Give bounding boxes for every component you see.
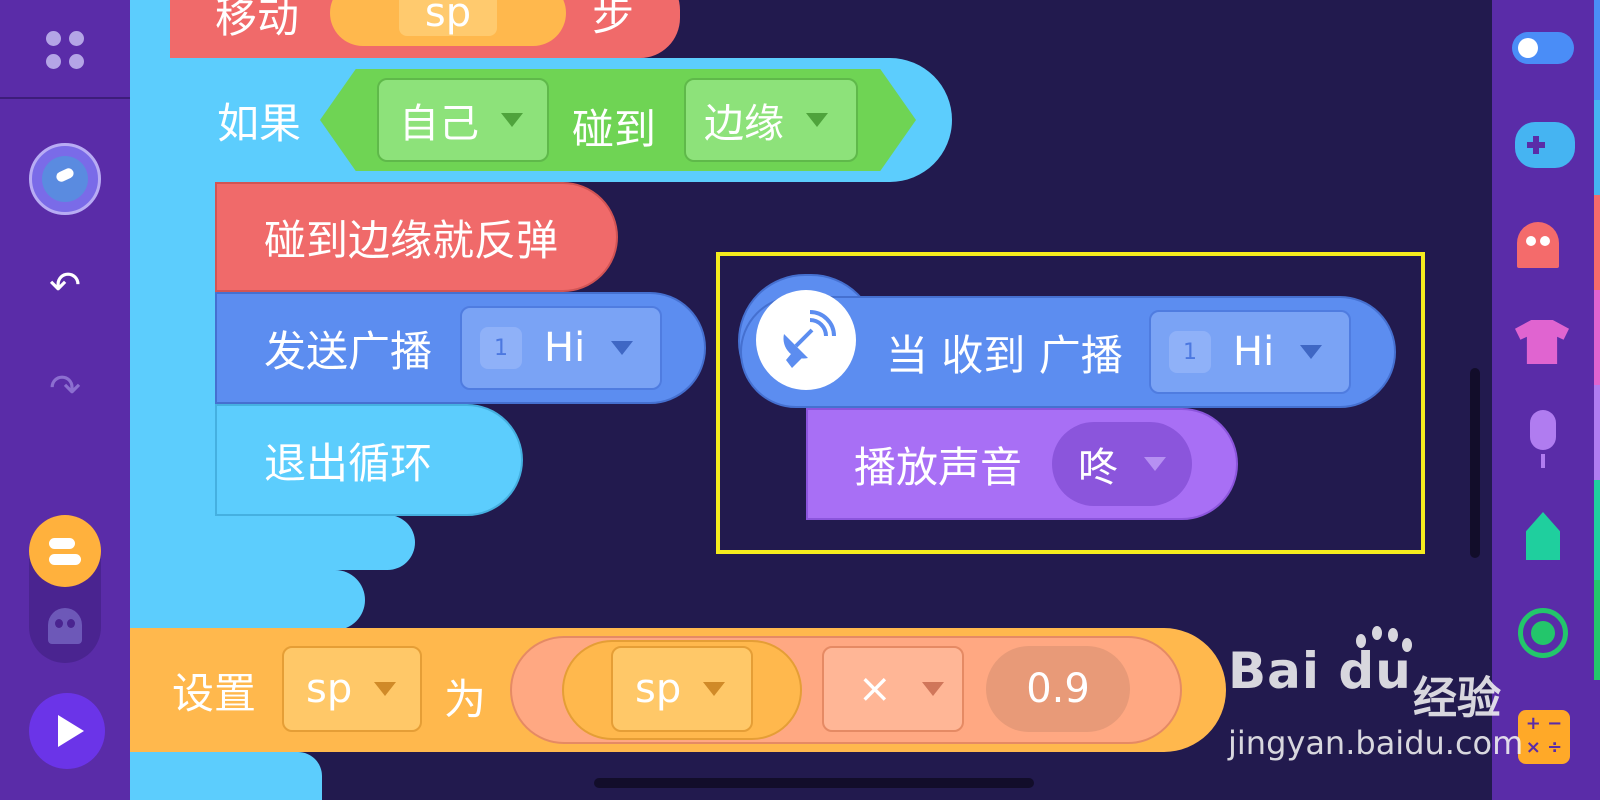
- if-label: 如果: [217, 98, 302, 148]
- avatar-icon[interactable]: [29, 143, 101, 215]
- home-indicator: [594, 778, 1034, 788]
- baidu-watermark: Bai du 经验 jingyan.baidu.com: [1228, 624, 1523, 774]
- operator-value: ×: [858, 666, 892, 712]
- watermark-product: 经验: [1413, 673, 1501, 724]
- outer-loop-arm: [130, 0, 170, 630]
- chevron-down-icon: [501, 113, 523, 127]
- chevron-down-icon: [806, 113, 828, 127]
- selection-highlight: [716, 252, 1425, 554]
- outer-loop-end-tab: [130, 570, 365, 630]
- sprite-value: 自己: [399, 101, 479, 147]
- category-stripe: [1594, 480, 1600, 580]
- category-stripe: [1594, 0, 1600, 100]
- calculator-icon[interactable]: + − × ÷: [1518, 710, 1570, 764]
- block-category-icon[interactable]: [29, 515, 101, 587]
- chevron-down-icon: [374, 682, 397, 696]
- operator-dropdown[interactable]: ×: [822, 646, 964, 732]
- play-button[interactable]: [29, 693, 105, 769]
- exit-loop-block[interactable]: 退出循环: [215, 404, 523, 516]
- left-toolbar: ↶ ↷: [0, 0, 130, 800]
- set-label: 设置: [172, 668, 257, 718]
- message-number: 1: [480, 327, 522, 369]
- circle-icon[interactable]: [1518, 608, 1568, 658]
- operand-var-dropdown[interactable]: sp: [611, 646, 753, 732]
- sprite-dropdown[interactable]: 自己: [377, 78, 549, 162]
- broadcast-label: 发送广播: [264, 326, 433, 376]
- loop-end-tab: [215, 515, 415, 570]
- exit-loop-label: 退出循环: [264, 438, 433, 488]
- redo-icon[interactable]: ↷: [40, 368, 90, 408]
- bounce-block[interactable]: 碰到边缘就反弹: [215, 182, 618, 292]
- value-input[interactable]: 0.9: [986, 646, 1130, 732]
- category-stripe: [1594, 100, 1600, 195]
- next-block-edge: [130, 752, 322, 800]
- category-stripe: [1594, 580, 1600, 680]
- chevron-down-icon: [703, 682, 726, 696]
- broadcast-message-dropdown[interactable]: 1 Hi: [460, 306, 662, 390]
- operand-var: sp: [635, 666, 682, 712]
- microphone-icon[interactable]: [1530, 410, 1556, 468]
- bounce-label: 碰到边缘就反弹: [264, 215, 559, 265]
- vertical-scrollbar[interactable]: [1470, 368, 1480, 558]
- undo-icon[interactable]: ↶: [40, 265, 90, 305]
- set-to-label: 为: [444, 675, 487, 724]
- toggle-icon[interactable]: [1512, 32, 1574, 64]
- gamepad-icon[interactable]: [1515, 122, 1575, 168]
- watermark-brand: Bai du: [1228, 642, 1412, 700]
- category-stripe: [1594, 195, 1600, 290]
- move-var-reporter[interactable]: sp: [330, 0, 566, 46]
- watermark-url: jingyan.baidu.com: [1228, 724, 1524, 762]
- set-var-dropdown[interactable]: sp: [282, 646, 422, 732]
- toolbar-divider: [0, 97, 130, 99]
- target-value: 边缘: [704, 101, 784, 147]
- chevron-down-icon: [611, 341, 634, 355]
- move-label: 移动: [215, 0, 300, 42]
- block-category-tray: [29, 515, 101, 663]
- value-text: 0.9: [1026, 666, 1090, 712]
- move-suffix: 步: [592, 0, 635, 40]
- grid-icon[interactable]: [46, 31, 86, 71]
- category-stripe: [1594, 290, 1600, 385]
- category-stripe: [1594, 385, 1600, 480]
- chevron-down-icon: [921, 682, 944, 696]
- move-var: sp: [398, 0, 498, 36]
- target-dropdown[interactable]: 边缘: [684, 78, 858, 162]
- ghost-icon[interactable]: [1517, 222, 1559, 268]
- ghost-icon[interactable]: [48, 608, 82, 644]
- set-var: sp: [306, 666, 353, 712]
- touch-label: 碰到: [572, 105, 657, 154]
- message-value: Hi: [544, 325, 586, 371]
